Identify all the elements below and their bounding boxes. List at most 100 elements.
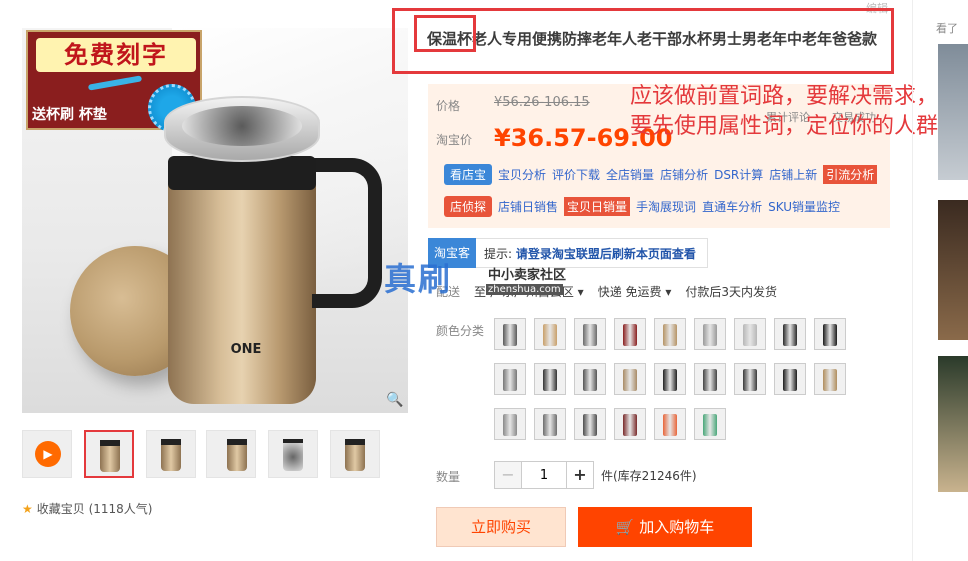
color-swatch[interactable] (734, 318, 766, 350)
stock-info: 件(库存21246件) (601, 469, 697, 483)
tool-link[interactable]: 直通车分析 (702, 198, 762, 215)
related-thumbnail[interactable] (938, 44, 968, 180)
title-keyword-mark (414, 15, 476, 52)
thumbnail-2[interactable] (146, 430, 196, 478)
swatch-cup (663, 324, 677, 346)
thumbnail-3[interactable] (206, 430, 256, 478)
color-swatch[interactable] (814, 318, 846, 350)
engrave-subtitle: 送杯刷 杯垫 (32, 107, 107, 123)
color-swatch[interactable] (814, 363, 846, 395)
swatch-cup (823, 324, 837, 346)
color-swatch[interactable] (654, 408, 686, 440)
cup-body (168, 178, 316, 404)
color-swatch[interactable] (534, 408, 566, 440)
color-swatch[interactable] (694, 363, 726, 395)
color-swatch[interactable] (774, 318, 806, 350)
swatch-cup (663, 369, 677, 391)
shipping-express[interactable]: 快递 免运费 ▾ (598, 283, 672, 300)
color-swatch[interactable] (534, 318, 566, 350)
dianzhentan-toolbar: 店侦探 店铺日销售 宝贝日销量 手淘展现词 直通车分析 SKU销量监控 (444, 194, 840, 218)
related-thumbnail[interactable] (938, 200, 968, 340)
swatch-cup (743, 324, 757, 346)
swatch-cup (623, 324, 637, 346)
add-to-cart-button[interactable]: 🛒 加入购物车 (578, 507, 752, 547)
color-swatch[interactable] (614, 318, 646, 350)
kandianbao-toolbar: 看店宝 宝贝分析 评价下载 全店销量 店铺分析 DSR计算 店铺上新 引流分析 (444, 162, 878, 186)
swatch-cup (503, 369, 517, 391)
quantity-increase-button[interactable]: + (566, 461, 594, 489)
dianzhentan-badge[interactable]: 店侦探 (444, 195, 493, 217)
thumbnail-4[interactable] (268, 430, 318, 478)
thumbnail-1[interactable] (84, 430, 134, 478)
swatch-cup (823, 369, 837, 391)
color-swatch[interactable] (734, 363, 766, 395)
zoom-icon[interactable]: 🔍 (386, 392, 403, 408)
swatch-cup (623, 414, 637, 436)
swatch-cup (783, 369, 797, 391)
swatch-cup (703, 414, 717, 436)
related-thumbnail[interactable] (938, 356, 968, 492)
swatch-cup (543, 324, 557, 346)
swatch-cup (543, 414, 557, 436)
swatch-cup (583, 414, 597, 436)
buy-now-button[interactable]: 立即购买 (436, 507, 566, 547)
shipping-delivery-time: 付款后3天内发货 (685, 285, 778, 299)
swatch-cup (743, 369, 757, 391)
watermark-text: 中小卖家社区 (488, 268, 567, 283)
swatch-cup (503, 414, 517, 436)
tool-link[interactable]: 手淘展现词 (636, 198, 696, 215)
color-swatch[interactable] (574, 408, 606, 440)
quantity-input[interactable] (521, 461, 567, 489)
tool-link[interactable]: 宝贝分析 (498, 166, 546, 183)
chevron-down-icon: ▾ (577, 285, 584, 299)
taobaoke-hint: 提示: 请登录淘宝联盟后刷新本页面查看 (484, 247, 696, 261)
color-label: 颜色分类 (436, 324, 485, 338)
kandianbao-badge[interactable]: 看店宝 (444, 163, 493, 185)
color-swatch[interactable] (614, 363, 646, 395)
watermark-logo: 真刷 (384, 260, 453, 298)
cup-logo: ONE (230, 342, 262, 357)
color-swatch[interactable] (494, 318, 526, 350)
taobaoke-login-link[interactable]: 请登录淘宝联盟后刷新本页面查看 (516, 247, 696, 261)
collect-item[interactable]: ★ 收藏宝贝 (1118人气) (22, 500, 222, 518)
tool-link-highlight[interactable]: 引流分析 (823, 164, 878, 184)
color-swatch[interactable] (654, 318, 686, 350)
related-heading: 看了 (936, 22, 958, 35)
thumbnail-5[interactable] (330, 430, 380, 478)
tool-link[interactable]: 店铺上新 (769, 166, 817, 183)
swatch-cup (583, 369, 597, 391)
cart-icon: 🛒 (615, 518, 635, 536)
tool-link[interactable]: 店铺日销售 (498, 198, 558, 215)
brush-icon (87, 75, 143, 91)
tool-link[interactable]: SKU销量监控 (768, 198, 840, 215)
swatch-cup (503, 324, 517, 346)
color-swatch[interactable] (614, 408, 646, 440)
thumbnail-video[interactable]: ▶ (22, 430, 72, 478)
color-swatch[interactable] (774, 363, 806, 395)
watermark-url: zhenshua.com (486, 284, 563, 295)
swatch-cup (623, 369, 637, 391)
tool-link[interactable]: 评价下载 (552, 166, 600, 183)
quantity-label: 数量 (436, 470, 461, 484)
annotation-note: 应该做前置词路，要解决需求，你要先使用属性词，定位你的人群 (630, 84, 961, 139)
swatch-cup (663, 414, 677, 436)
quantity-decrease-button[interactable]: − (494, 461, 522, 489)
color-swatch[interactable] (574, 318, 606, 350)
orig-price: ¥56.26-106.15 (494, 95, 590, 110)
swatch-cup (583, 324, 597, 346)
color-swatch[interactable] (574, 363, 606, 395)
tool-link[interactable]: DSR计算 (714, 166, 763, 183)
color-swatch[interactable] (534, 363, 566, 395)
product-title: 保温杯老人专用便携防摔老年人老干部水杯男士男老年中老年爸爸款 (427, 30, 878, 48)
tool-link[interactable]: 店铺分析 (660, 166, 708, 183)
color-swatch[interactable] (494, 408, 526, 440)
swatch-cup (703, 324, 717, 346)
tool-link-highlight[interactable]: 宝贝日销量 (564, 196, 631, 216)
tool-link[interactable]: 全店销量 (606, 166, 654, 183)
main-product-image[interactable]: 免费刻字 送杯刷 杯垫 ONE 🔍 (22, 28, 408, 413)
color-swatch[interactable] (694, 408, 726, 440)
color-swatch[interactable] (494, 363, 526, 395)
color-swatch[interactable] (654, 363, 686, 395)
color-swatch[interactable] (694, 318, 726, 350)
cup-handle (312, 158, 382, 308)
